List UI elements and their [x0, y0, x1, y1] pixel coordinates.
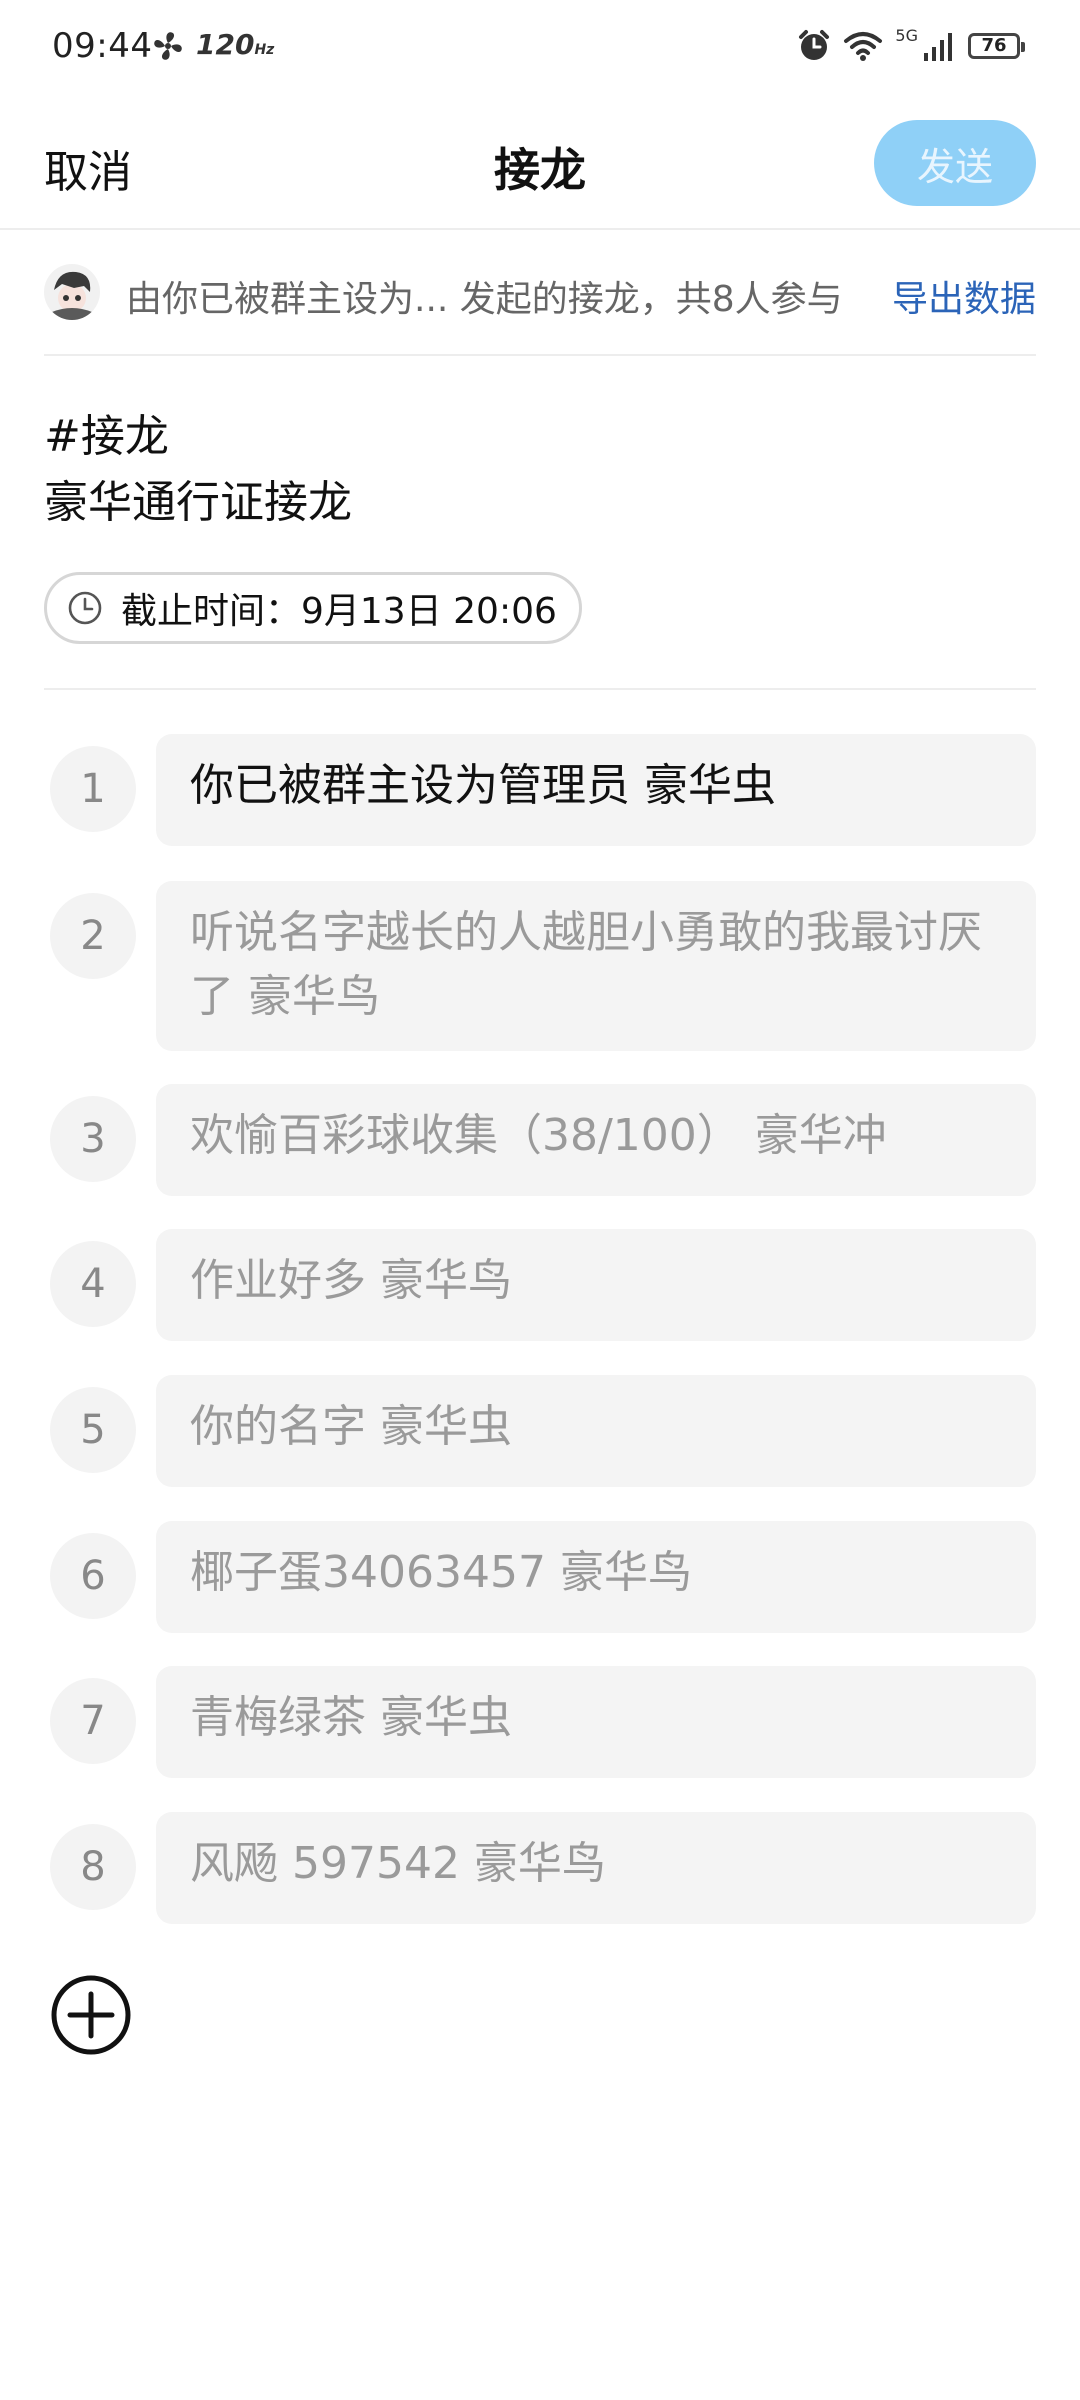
- entry-input[interactable]: 你的名字 豪华虫: [156, 1375, 1036, 1487]
- avatar-image: [44, 264, 100, 320]
- signal-icon: [924, 33, 952, 61]
- entry-number: 1: [50, 746, 136, 832]
- status-icons: 5G 76: [797, 26, 1025, 66]
- deadline-chip[interactable]: 截止时间：9月13日 20:06: [44, 572, 582, 644]
- entry-input[interactable]: 你已被群主设为管理员 豪华虫: [156, 734, 1036, 846]
- add-entry-button[interactable]: [48, 1972, 134, 2058]
- entry-number: 6: [50, 1533, 136, 1619]
- entry-number: 2: [50, 893, 136, 979]
- divider: [44, 688, 1036, 690]
- network-type: 5G: [895, 26, 918, 45]
- clock-icon: [68, 591, 102, 625]
- entry-number: 3: [50, 1096, 136, 1182]
- wifi-icon: [844, 32, 883, 61]
- topic-tag: #接龙: [44, 411, 169, 462]
- plus-circle-icon: [51, 1975, 131, 2055]
- header-bar: 取消 接龙 发送: [0, 96, 1080, 230]
- entry-input[interactable]: 风飏 597542 豪华鸟: [156, 1812, 1036, 1924]
- entry-number: 5: [50, 1387, 136, 1473]
- send-button[interactable]: 发送: [874, 120, 1036, 206]
- entry-number: 4: [50, 1241, 136, 1327]
- status-time: 09:44: [52, 26, 153, 66]
- entry-number: 8: [50, 1824, 136, 1910]
- status-bar: 09:44 120Hz 5G 76: [0, 0, 1080, 96]
- initiator-info: 由你已被群主设为... 发起的接龙，共8人参与 导出数据: [44, 230, 1036, 356]
- alarm-icon: [799, 30, 830, 60]
- entry-input[interactable]: 欢愉百彩球收集（38/100） 豪华冲: [156, 1084, 1036, 1196]
- fan-icon: [154, 32, 182, 60]
- entry-input[interactable]: 椰子蛋34063457 豪华鸟: [156, 1521, 1036, 1633]
- refresh-rate: 120Hz: [196, 28, 275, 61]
- entry-input[interactable]: 青梅绿茶 豪华虫: [156, 1666, 1036, 1778]
- entry-input[interactable]: 作业好多 豪华鸟: [156, 1229, 1036, 1341]
- avatar[interactable]: [44, 264, 100, 320]
- entry-input[interactable]: 听说名字越长的人越胆小勇敢的我最讨厌了 豪华鸟: [156, 881, 1036, 1051]
- deadline-text: 截止时间：9月13日 20:06: [121, 591, 557, 632]
- battery-level: 76: [981, 35, 1007, 56]
- topic-title: 豪华通行证接龙: [44, 477, 352, 528]
- battery-icon: 76: [968, 33, 1025, 59]
- entry-number: 7: [50, 1678, 136, 1764]
- initiator-text: 由你已被群主设为... 发起的接龙，共8人参与: [126, 279, 843, 320]
- topic-content[interactable]: #接龙 豪华通行证接龙: [44, 404, 352, 536]
- export-data-link[interactable]: 导出数据: [892, 270, 1036, 322]
